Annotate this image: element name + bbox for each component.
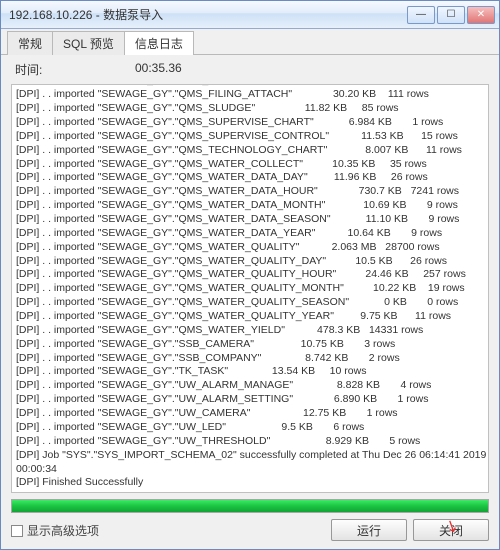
log-line: [DPI] . . imported "SEWAGE_GY"."QMS_WATE… [16, 282, 484, 296]
window: 192.168.10.226 - 数据泵导入 — ☐ ✕ 常规 SQL 预览 信… [0, 0, 500, 550]
log-line: [DPI] . . imported "SEWAGE_GY"."QMS_WATE… [16, 310, 484, 324]
elapsed-value: 00:35.36 [135, 61, 182, 78]
log-line: [DPI] Finished Successfully [16, 476, 484, 490]
advanced-label-text: 显示高级选项 [27, 524, 99, 538]
log-line: [DPI] . . imported "SEWAGE_GY"."SSB_COMP… [16, 352, 484, 366]
bottom-row: 显示高级选项 运行 关闭 [1, 513, 499, 549]
log-line: [DPI] . . imported "SEWAGE_GY"."QMS_WATE… [16, 255, 484, 269]
progress-bar-track [11, 499, 489, 513]
progress-bar-fill [12, 500, 488, 512]
log-line: [DPI] . . imported "SEWAGE_GY"."QMS_WATE… [16, 199, 484, 213]
maximize-button[interactable]: ☐ [437, 6, 465, 24]
window-controls: — ☐ ✕ [407, 6, 495, 24]
log-output[interactable]: [DPI] . . imported "SEWAGE_GY"."QMS_COST… [11, 84, 489, 493]
log-line: [DPI] . . imported "SEWAGE_GY"."QMS_WATE… [16, 296, 484, 310]
tab-info-log[interactable]: 信息日志 [124, 31, 194, 55]
log-line: [DPI] . . imported "SEWAGE_GY"."QMS_WATE… [16, 213, 484, 227]
log-line: 00:00:34 [16, 463, 484, 477]
log-line: [DPI] . . imported "SEWAGE_GY"."QMS_SUPE… [16, 116, 484, 130]
minimize-button[interactable]: — [407, 6, 435, 24]
titlebar: 192.168.10.226 - 数据泵导入 — ☐ ✕ [1, 1, 499, 29]
run-button[interactable]: 运行 [331, 519, 407, 541]
close-button[interactable]: 关闭 [413, 519, 489, 541]
log-line: [DPI] . . imported "SEWAGE_GY"."QMS_WATE… [16, 227, 484, 241]
log-line: [DPI] . . imported "SEWAGE_GY"."TK_TASK"… [16, 365, 484, 379]
log-line: [DPI] . . imported "SEWAGE_GY"."UW_LED" … [16, 421, 484, 435]
window-title: 192.168.10.226 - 数据泵导入 [9, 6, 407, 23]
log-line: [DPI] Job "SYS"."SYS_IMPORT_SCHEMA_02" s… [16, 449, 484, 463]
log-line: [DPI] . . imported "SEWAGE_GY"."QMS_WATE… [16, 241, 484, 255]
tab-general[interactable]: 常规 [7, 31, 53, 55]
tab-bar: 常规 SQL 预览 信息日志 [1, 29, 499, 55]
log-line: [DPI] . . imported "SEWAGE_GY"."QMS_TECH… [16, 144, 484, 158]
advanced-checkbox[interactable] [11, 525, 23, 537]
log-line: [DPI] . . imported "SEWAGE_GY"."QMS_WATE… [16, 171, 484, 185]
elapsed-label: 时间: [15, 61, 135, 78]
log-line: [DPI] . . imported "SEWAGE_GY"."QMS_SUPE… [16, 130, 484, 144]
log-line: [DPI] . . imported "SEWAGE_GY"."QMS_WATE… [16, 185, 484, 199]
log-line: [DPI] . . imported "SEWAGE_GY"."QMS_WATE… [16, 324, 484, 338]
log-line: [DPI] . . imported "SEWAGE_GY"."SSB_CAME… [16, 338, 484, 352]
log-line: [DPI] . . imported "SEWAGE_GY"."QMS_SLUD… [16, 102, 484, 116]
tab-sql-preview[interactable]: SQL 预览 [52, 31, 125, 55]
close-window-button[interactable]: ✕ [467, 6, 495, 24]
log-line: [DPI] . . imported "SEWAGE_GY"."QMS_WATE… [16, 158, 484, 172]
log-line: [DPI] . . imported "SEWAGE_GY"."UW_ALARM… [16, 393, 484, 407]
log-line: [DPI] . . imported "SEWAGE_GY"."QMS_WATE… [16, 268, 484, 282]
log-line: [DPI] . . imported "SEWAGE_GY"."UW_CAMER… [16, 407, 484, 421]
log-line: [DPI] . . imported "SEWAGE_GY"."QMS_FILI… [16, 88, 484, 102]
log-line: [DPI] . . imported "SEWAGE_GY"."UW_THRES… [16, 435, 484, 449]
advanced-options-toggle[interactable]: 显示高级选项 [11, 522, 325, 539]
log-line: [DPI] . . imported "SEWAGE_GY"."UW_ALARM… [16, 379, 484, 393]
elapsed-row: 时间: 00:35.36 [1, 55, 499, 80]
